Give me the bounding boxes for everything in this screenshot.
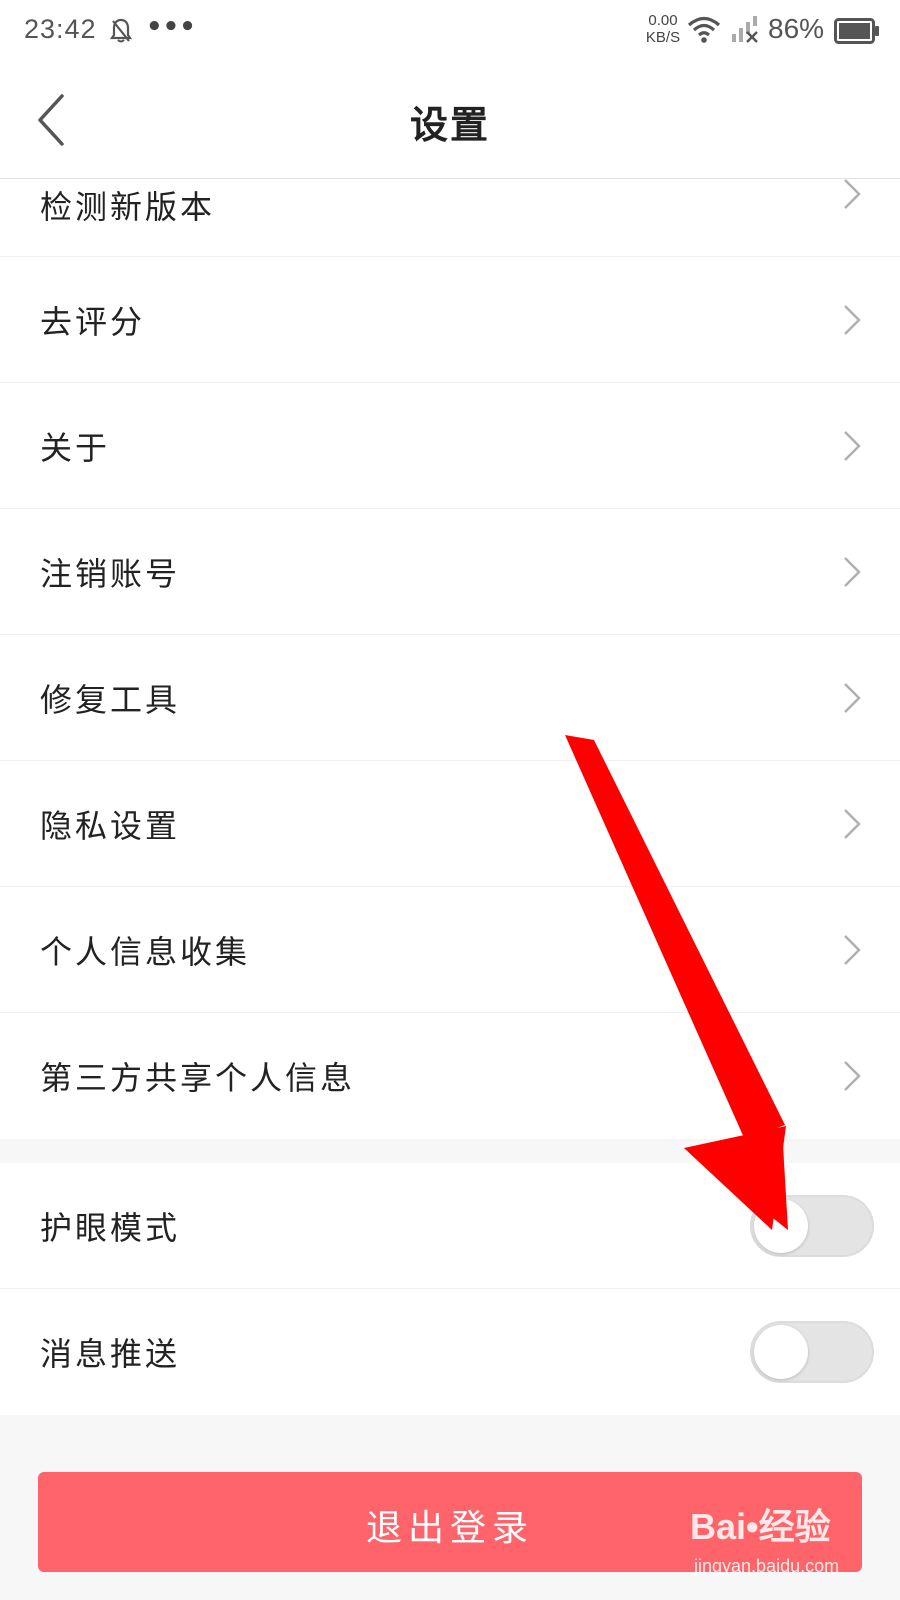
chevron-right-icon (844, 934, 861, 965)
push-notifications-toggle[interactable] (750, 1321, 874, 1383)
toggle-label: 消息推送 (40, 1335, 181, 1373)
network-speed: 0.00 KB/S (638, 12, 688, 46)
bell-muted-icon (109, 18, 133, 48)
status-bar: 23:42 ••• 0.00 KB/S 86% (0, 0, 900, 64)
page-title: 设置 (409, 102, 490, 147)
chevron-right-icon (844, 808, 861, 839)
wifi-icon (686, 14, 722, 48)
menu-item-label: 个人信息收集 (40, 932, 251, 971)
chevron-right-icon (844, 1061, 861, 1091)
toggle-knob (754, 1325, 808, 1379)
watermark-brand: Bai•经验 (690, 1506, 831, 1547)
chevron-right-icon (844, 556, 861, 587)
network-speed-unit: KB/S (645, 29, 681, 46)
menu-item-delete-account[interactable]: 注销账号 (0, 509, 900, 635)
menu-item-label: 关于 (40, 428, 111, 467)
menu-item-label: 检测新版本 (40, 188, 216, 227)
watermark-url: jingyan.baidu.com (694, 1556, 840, 1576)
menu-item-label: 第三方共享个人信息 (40, 1059, 356, 1097)
menu-item-label: 隐私设置 (40, 806, 181, 845)
status-time: 23:42 (24, 14, 97, 44)
chevron-right-icon (844, 682, 861, 713)
chevron-right-icon (844, 304, 861, 335)
toggle-label: 护眼模式 (40, 1208, 181, 1247)
menu-item-rate[interactable]: 去评分 (0, 257, 900, 383)
chevron-right-icon (844, 430, 861, 461)
chevron-right-icon (844, 179, 861, 210)
battery-percent: 86% (768, 13, 825, 44)
more-dots-icon: ••• (146, 12, 196, 42)
signal-off-icon (730, 14, 760, 48)
toggle-row-push-notifications: 消息推送 (0, 1289, 900, 1415)
menu-item-label: 修复工具 (40, 680, 181, 719)
menu-item-check-update[interactable]: 检测新版本 (0, 179, 900, 257)
menu-item-label: 去评分 (40, 302, 146, 341)
red-arrow-annotation (565, 735, 788, 1230)
header: 设置 (0, 64, 900, 179)
menu-item-about[interactable]: 关于 (0, 383, 900, 509)
network-speed-value: 0.00 (648, 12, 678, 29)
battery-icon (834, 18, 880, 48)
menu-item-label: 注销账号 (40, 554, 181, 593)
